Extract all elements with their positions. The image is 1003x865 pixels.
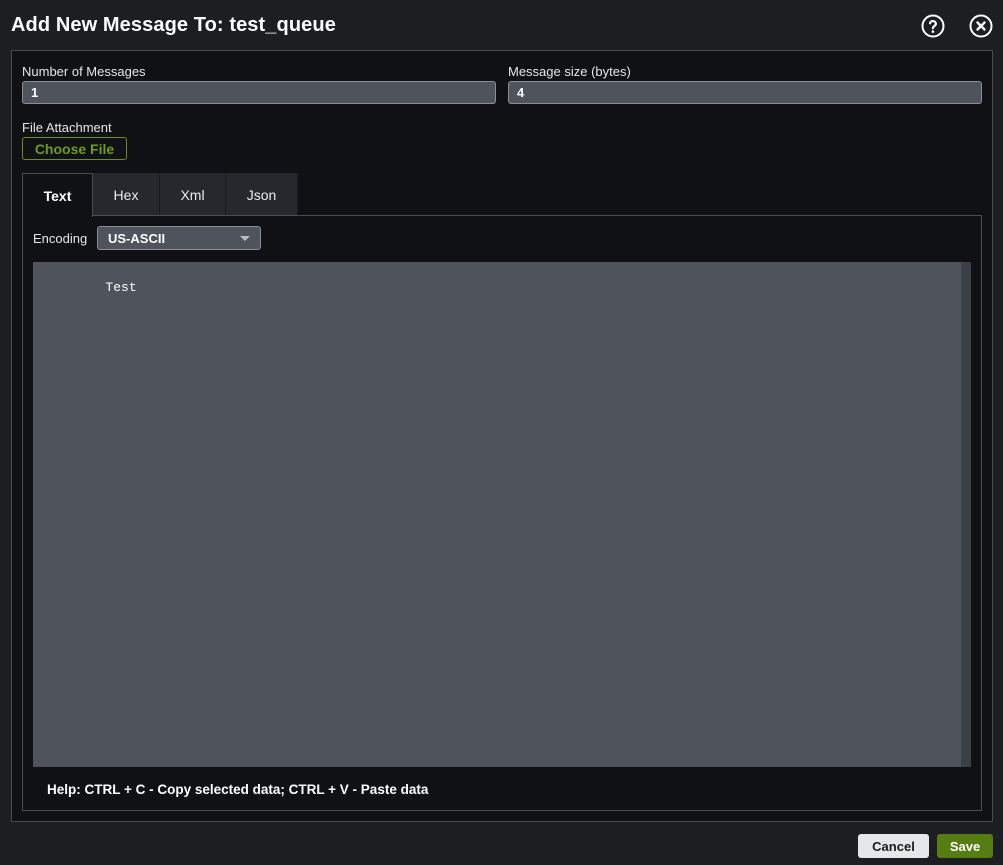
encoding-label: Encoding — [33, 231, 88, 246]
tab-text[interactable]: Text — [22, 173, 93, 217]
close-icon[interactable] — [969, 14, 993, 38]
editor-scrollbar[interactable] — [961, 262, 971, 767]
text-tab-panel: Encoding US-ASCII Test Help: CTRL + C - … — [22, 215, 982, 811]
tab-xml[interactable]: Xml — [160, 173, 226, 216]
editor-tabs: Text Hex Xml Json — [22, 173, 298, 217]
dialog-body: Number of Messages 1 Message size (bytes… — [11, 50, 993, 822]
help-text: Help: CTRL + C - Copy selected data; CTR… — [47, 782, 429, 797]
choose-file-button[interactable]: Choose File — [22, 137, 127, 160]
encoding-value: US-ASCII — [108, 230, 166, 246]
dialog-title: Add New Message To: test_queue — [11, 14, 336, 36]
msg-size-input[interactable]: 4 — [508, 81, 982, 104]
chevron-down-icon — [240, 236, 250, 241]
message-editor[interactable]: Test — [33, 262, 971, 767]
encoding-select[interactable]: US-ASCII — [97, 226, 261, 250]
file-attachment-label: File Attachment — [22, 120, 112, 135]
cancel-button[interactable]: Cancel — [858, 834, 929, 858]
tab-hex[interactable]: Hex — [93, 173, 160, 216]
num-messages-input[interactable]: 1 — [22, 81, 496, 104]
msg-size-label: Message size (bytes) — [508, 64, 631, 79]
tab-json[interactable]: Json — [226, 173, 298, 216]
save-button[interactable]: Save — [937, 834, 993, 858]
help-icon[interactable] — [921, 14, 945, 38]
editor-content: Test — [105, 280, 137, 295]
add-message-dialog: Add New Message To: test_queue Number of… — [0, 0, 1003, 865]
num-messages-label: Number of Messages — [22, 64, 146, 79]
